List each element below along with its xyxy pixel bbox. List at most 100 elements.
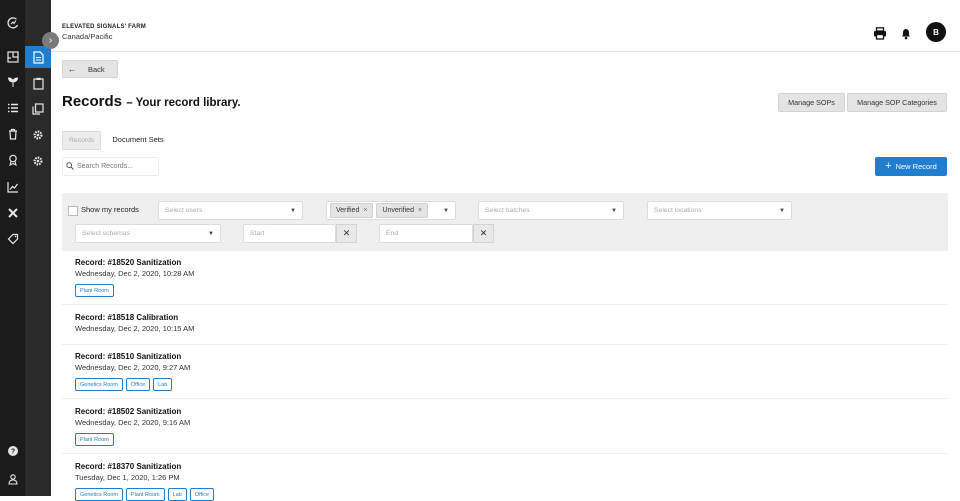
new-record-button[interactable]: + New Record <box>875 157 947 176</box>
sub-nav-rail <box>25 0 51 496</box>
status-select[interactable]: Verified × Unverified × ▼ <box>326 201 456 220</box>
record-date: Wednesday, Dec 2, 2020, 9:27 AM <box>75 363 191 372</box>
record-tags: Plant Room <box>75 433 117 446</box>
divider <box>62 453 948 454</box>
record-date: Wednesday, Dec 2, 2020, 10:15 AM <box>75 324 195 333</box>
new-record-label: New Record <box>895 162 937 171</box>
location-tag: Plant Room <box>125 488 165 501</box>
arrow-left-icon: ← <box>67 64 77 74</box>
record-title: Record: #18370 Sanitization <box>75 462 182 471</box>
users-select[interactable]: Select users ▼ <box>158 201 303 220</box>
remove-chip-icon[interactable]: × <box>418 207 422 214</box>
location-tag: Genetics Room <box>75 378 123 391</box>
record-title: Record: #18502 Sanitization <box>75 407 182 416</box>
locations-placeholder: Select locations <box>654 207 702 214</box>
document-icon[interactable] <box>25 46 51 68</box>
tab-records[interactable]: Records <box>62 131 101 150</box>
printer-icon[interactable] <box>872 25 888 41</box>
award-icon[interactable] <box>0 151 25 169</box>
remove-chip-icon[interactable]: × <box>363 207 367 214</box>
close-icon: ✕ <box>479 228 488 238</box>
floorplan-icon[interactable] <box>0 48 25 66</box>
collapse-sidebar-button[interactable]: › <box>42 32 59 49</box>
location-tag: Office <box>125 378 151 391</box>
location-tag: Office <box>189 488 215 501</box>
top-bar: ELEVATED SIGNALS' FARM Canada/Pacific B <box>51 0 960 52</box>
user-icon[interactable] <box>0 470 25 488</box>
chevron-right-icon: › <box>48 35 53 46</box>
back-label: Back <box>88 64 105 74</box>
users-placeholder: Select users <box>165 207 203 214</box>
record-tags: Genetics Room Plant Room Lab Office <box>75 488 217 501</box>
start-date-input[interactable]: Start <box>243 224 336 243</box>
tools-icon[interactable] <box>0 204 25 222</box>
batches-select[interactable]: Select batches ▼ <box>478 201 624 220</box>
caret-down-icon: ▼ <box>290 207 296 214</box>
clear-start-button[interactable]: ✕ <box>336 224 357 243</box>
copy-icon[interactable] <box>25 98 51 120</box>
schemas-placeholder: Select schemas <box>82 230 130 237</box>
location-tag: Plant Room <box>75 433 114 446</box>
timezone: Canada/Pacific <box>62 32 113 41</box>
location-tag: Lab <box>153 378 173 391</box>
back-button[interactable]: ← Back <box>62 60 118 78</box>
caret-down-icon: ▼ <box>443 207 449 214</box>
svg-text:?: ? <box>10 449 14 456</box>
gear-icon[interactable] <box>25 150 51 172</box>
manage-sops-button[interactable]: Manage SOPs <box>778 93 845 112</box>
status-chip-unverified: Unverified × <box>376 203 429 218</box>
chip-label: Verified <box>336 207 360 214</box>
location-tag: Plant Room <box>75 284 114 297</box>
page-title-text: Records <box>62 93 123 110</box>
end-date-input[interactable]: End <box>379 224 473 243</box>
record-date: Wednesday, Dec 2, 2020, 10:28 AM <box>75 269 195 278</box>
chip-label: Unverified <box>382 207 414 214</box>
start-placeholder: Start <box>250 230 265 237</box>
list-icon[interactable] <box>0 99 25 117</box>
page-subtitle: – Your record library. <box>126 97 241 109</box>
logo-icon[interactable] <box>0 14 25 32</box>
record-title: Record: #18520 Sanitization <box>75 258 182 267</box>
close-icon: ✕ <box>342 228 351 238</box>
manage-sop-categories-button[interactable]: Manage SOP Categories <box>847 93 947 112</box>
divider <box>62 398 948 399</box>
plus-icon: + <box>885 160 892 172</box>
record-title: Record: #18510 Sanitization <box>75 352 182 361</box>
tab-document-sets[interactable]: Document Sets <box>106 131 170 148</box>
show-my-records-label: Show my records <box>81 205 139 214</box>
end-placeholder: End <box>386 230 399 237</box>
clipboard-icon[interactable] <box>25 72 51 94</box>
status-chip-verified: Verified × <box>330 203 374 218</box>
show-my-records-checkbox[interactable] <box>68 206 78 216</box>
locations-select[interactable]: Select locations ▼ <box>647 201 792 220</box>
trash-icon[interactable] <box>0 125 25 143</box>
record-date: Tuesday, Dec 1, 2020, 1:26 PM <box>75 473 180 482</box>
record-tags: Plant Room <box>75 284 117 297</box>
clear-end-button[interactable]: ✕ <box>473 224 494 243</box>
location-tag: Lab <box>167 488 187 501</box>
help-icon[interactable]: ? <box>0 442 25 460</box>
schemas-select[interactable]: Select schemas ▼ <box>75 224 221 243</box>
batches-placeholder: Select batches <box>485 207 530 214</box>
divider <box>62 344 948 345</box>
bell-icon[interactable] <box>898 25 914 41</box>
record-tags: Genetics Room Office Lab <box>75 378 175 391</box>
main-nav-rail: ? <box>0 0 25 496</box>
chart-icon[interactable] <box>0 178 25 196</box>
search-input[interactable]: Search Records... <box>62 157 159 176</box>
record-title: Record: #18518 Calibration <box>75 313 179 322</box>
caret-down-icon: ▼ <box>611 207 617 214</box>
record-date: Wednesday, Dec 2, 2020, 9:16 AM <box>75 418 191 427</box>
plant-icon[interactable] <box>0 73 25 91</box>
location-tag: Genetics Room <box>75 488 123 501</box>
caret-down-icon: ▼ <box>779 207 785 214</box>
divider <box>62 304 948 305</box>
page-title: Records – Your record library. <box>62 93 241 110</box>
gear-icon[interactable] <box>25 124 51 146</box>
status-chips: Verified × Unverified × <box>330 203 431 218</box>
search-placeholder: Search Records... <box>77 163 134 170</box>
avatar[interactable]: B <box>926 22 946 42</box>
caret-down-icon: ▼ <box>208 230 214 237</box>
farm-name: ELEVATED SIGNALS' FARM <box>62 24 146 30</box>
tag-icon[interactable] <box>0 230 25 248</box>
